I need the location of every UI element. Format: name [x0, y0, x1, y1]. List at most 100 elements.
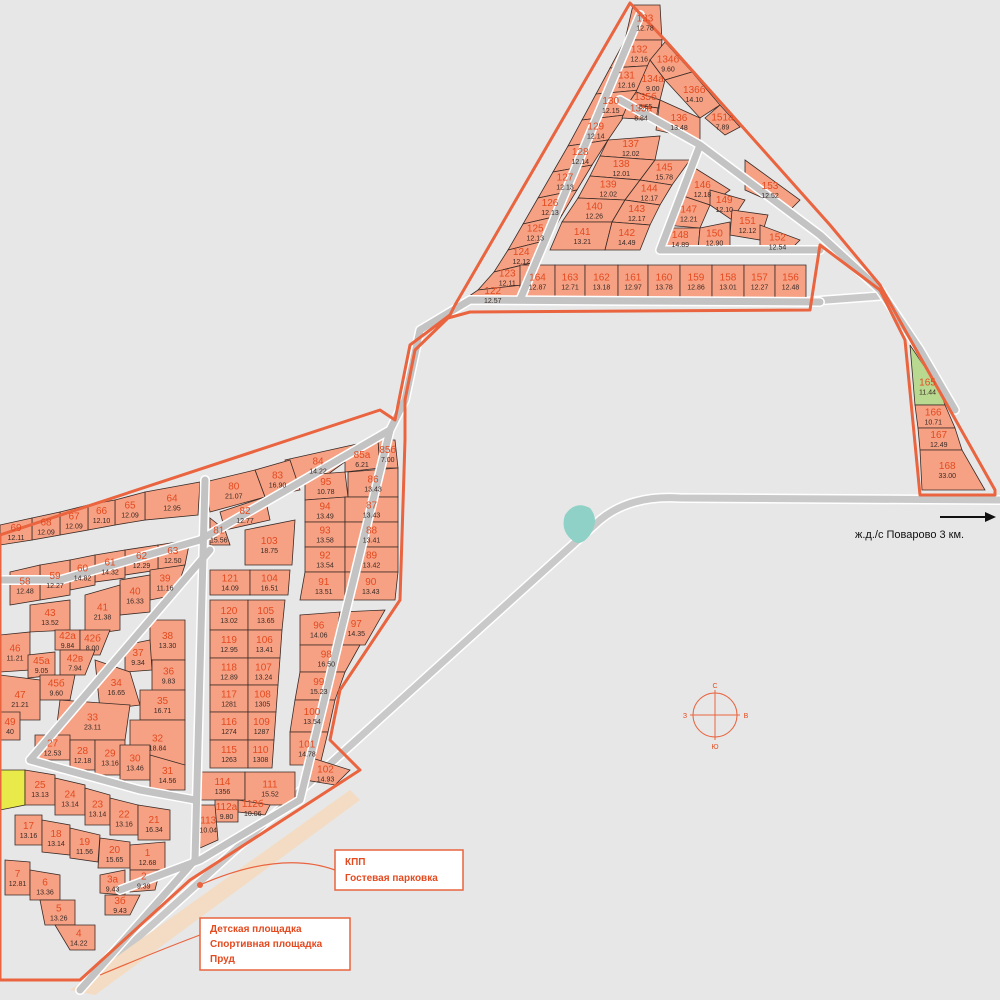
plot-number: 112а — [216, 802, 238, 813]
plot-area: 13.36 — [36, 889, 54, 896]
plot-area: 33.00 — [938, 473, 956, 480]
plot-area: 12.77 — [236, 518, 254, 525]
plot-area: 14.06 — [310, 632, 328, 639]
plot-area: 14.89 — [671, 242, 689, 249]
kpp-box — [334, 849, 464, 891]
plot-number: 85а — [354, 450, 371, 461]
plot-number: 25 — [34, 780, 46, 791]
plot-area: 12.57 — [484, 298, 502, 305]
plot-area: 12.10 — [93, 518, 111, 525]
plot-area: 9.60 — [661, 67, 675, 74]
plot-area: 12.48 — [782, 285, 800, 292]
plot-number: 147 — [680, 204, 697, 215]
plot-area: 14.56 — [159, 778, 177, 785]
plot-area: 16.51 — [261, 586, 279, 593]
rail-arrowhead-icon — [985, 512, 996, 522]
plot-number: 109 — [253, 717, 270, 728]
plot-number: 114 — [215, 777, 231, 788]
plot-area: 13.43 — [362, 589, 380, 596]
plot-area: 13.26 — [50, 916, 68, 923]
plot-number: 63 — [167, 546, 179, 557]
plot-number: 103 — [261, 536, 278, 547]
plot-number: 152 — [769, 232, 786, 243]
plot-number: 69 — [10, 523, 22, 534]
plot-number: 160 — [656, 273, 673, 284]
plot-number: 42б — [84, 633, 101, 645]
plot-area: 13.52 — [41, 620, 59, 627]
plot-area: 10.04 — [199, 828, 217, 835]
plot-area: 16.34 — [145, 827, 163, 834]
plot-number: 99 — [313, 677, 325, 688]
plot-area: 12.17 — [640, 196, 658, 203]
plot-number: 83 — [272, 470, 284, 481]
compass-north: С — [712, 683, 717, 690]
plot-number: 5 — [56, 904, 62, 915]
compass-south: Ю — [711, 744, 718, 751]
plot-area: 13.24 — [255, 675, 273, 682]
plot-area: 40 — [6, 729, 14, 736]
plot-area: 12.14 — [587, 133, 605, 140]
plot-area: 16.71 — [154, 708, 172, 715]
plot-number: 21 — [148, 815, 160, 826]
plot-number: 95 — [320, 477, 332, 488]
plot-area: 13.54 — [316, 563, 334, 570]
plot-number: 20 — [109, 845, 121, 856]
plots-layer — [0, 4, 986, 951]
plot-number: 23 — [92, 799, 104, 810]
plot-number: 111 — [262, 780, 278, 791]
plot-number: 18 — [50, 829, 62, 840]
plot-number: 115 — [221, 745, 237, 756]
plot-area: 10.71 — [924, 420, 942, 427]
plot-number: 138 — [613, 159, 630, 170]
plot-area: 12.89 — [220, 675, 238, 682]
compass-icon: С Ю З В — [683, 683, 749, 751]
plot-area: 13.13 — [31, 792, 49, 799]
plot-number: 22 — [118, 809, 130, 820]
plot-number: 119 — [221, 635, 237, 646]
plot-area: 13.78 — [655, 285, 673, 292]
plot-area: 13.58 — [316, 538, 334, 545]
plot-area: 18.84 — [149, 746, 167, 753]
plot-area: 12.95 — [220, 647, 238, 654]
settlement-plan-map: 13312.7813212.1613112.1613012.1512912.14… — [0, 1, 1000, 995]
plot-area: 16.50 — [317, 662, 335, 669]
plot-number: 62 — [136, 551, 148, 562]
plot-number: 151а — [711, 112, 734, 123]
plot-number: 123 — [499, 268, 516, 279]
plot-number: 28 — [77, 746, 89, 757]
plot-area: 23.11 — [84, 724, 101, 731]
rail-direction: ж.д./с Поварово 3 км. — [855, 512, 996, 541]
plot-number: 153 — [762, 181, 779, 192]
plot-area: 12.95 — [163, 505, 181, 512]
plot-number: 157 — [751, 273, 768, 284]
plot-area: 1287 — [254, 729, 270, 736]
plot-number: 110 — [253, 745, 269, 756]
plot-number: 132 — [631, 44, 648, 55]
plot-number: 135а — [630, 104, 653, 115]
kpp-marker — [197, 882, 203, 888]
plot-number: 42в — [67, 654, 83, 665]
plot-number: 6 — [42, 877, 48, 888]
plot-area: 13.02 — [220, 618, 238, 625]
compass-east: В — [744, 713, 749, 720]
plot-area: 12.48 — [16, 589, 34, 596]
plot-area: 12.11 — [8, 535, 25, 542]
plot-number: 91 — [318, 577, 330, 588]
plot-number: 24 — [64, 789, 76, 800]
plot-number: 129 — [587, 121, 604, 132]
plot-area: 12.18 — [74, 758, 92, 765]
plot-number: 19 — [79, 837, 91, 848]
plot-number: 40 — [129, 587, 141, 598]
plot-area: 12.50 — [164, 558, 182, 565]
plot-area: 12.29 — [133, 563, 151, 570]
plot-number: 60 — [77, 564, 89, 575]
plot-number: 139 — [600, 180, 617, 191]
plot-number: 120 — [221, 606, 238, 617]
plot-number: 93 — [319, 526, 331, 537]
plot-number: 113 — [200, 816, 216, 827]
plot-number: 33 — [87, 712, 99, 723]
plot-area: 15.23 — [310, 689, 328, 696]
plot-area: 8.84 — [634, 116, 648, 123]
plot-area: 9.43 — [113, 908, 127, 915]
plot-area: 13.21 — [573, 239, 591, 246]
